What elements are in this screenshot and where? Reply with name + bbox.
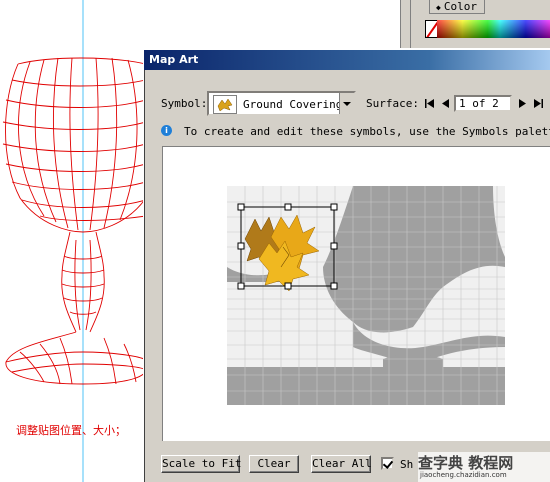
clear-all-button[interactable]: Clear All xyxy=(311,455,372,473)
map-art-dialog: Map Art Symbol: Ground Covering Surface:… xyxy=(143,50,550,482)
tutorial-caption: 调整贴图位置、大小； xyxy=(16,424,126,437)
chevron-down-icon[interactable] xyxy=(339,93,354,114)
symbol-value: Ground Covering xyxy=(243,98,343,111)
next-surface-icon[interactable] xyxy=(517,98,528,109)
map-surface-band xyxy=(227,367,505,405)
scale-to-fit-button[interactable]: Scale to Fit xyxy=(161,455,241,473)
info-text: To create and edit these symbols, use th… xyxy=(184,125,550,138)
shade-artwork-checkbox[interactable] xyxy=(381,457,394,470)
resize-handle[interactable] xyxy=(284,282,292,290)
watermark-url: jiaocheng.chazidian.com xyxy=(420,471,507,479)
symbol-label: Symbol: xyxy=(161,97,208,110)
dialog-title: Map Art xyxy=(149,53,199,66)
color-tab[interactable]: ◆ Color xyxy=(429,0,485,14)
watermark-title: 查字典 教程网 xyxy=(418,454,514,472)
surface-map-preview[interactable] xyxy=(163,147,550,442)
resize-handle[interactable] xyxy=(237,203,245,211)
resize-handle[interactable] xyxy=(237,282,245,290)
surface-field[interactable]: 1 of 2 xyxy=(454,95,512,112)
leaf-symbol-icon xyxy=(213,95,237,114)
first-surface-icon[interactable] xyxy=(424,98,435,109)
last-surface-icon[interactable] xyxy=(533,98,544,109)
resize-handle[interactable] xyxy=(330,282,338,290)
resize-handle[interactable] xyxy=(237,242,245,250)
previous-surface-icon[interactable] xyxy=(440,98,451,109)
panel-options-icon: ◆ xyxy=(436,3,441,12)
dialog-title-bar[interactable]: Map Art xyxy=(144,50,550,70)
info-icon: i xyxy=(161,125,172,136)
surface-label: Surface: xyxy=(366,97,419,110)
shade-artwork-label: Sh xyxy=(400,458,414,471)
site-watermark: 查字典 教程网 jiaocheng.chazidian.com xyxy=(418,452,550,482)
color-spectrum-bar[interactable] xyxy=(437,20,550,38)
resize-handle[interactable] xyxy=(330,242,338,250)
artboard-canvas: 调整贴图位置、大小； xyxy=(0,0,145,482)
color-tab-label: Color xyxy=(443,0,477,13)
symbol-dropdown[interactable]: Ground Covering xyxy=(207,91,356,116)
wine-glass-wireframe xyxy=(2,0,145,482)
color-panel: ◆ Color xyxy=(410,0,550,48)
clear-button[interactable]: Clear xyxy=(249,455,299,473)
resize-handle[interactable] xyxy=(284,203,292,211)
resize-handle[interactable] xyxy=(330,203,338,211)
map-preview-area[interactable] xyxy=(162,146,550,441)
